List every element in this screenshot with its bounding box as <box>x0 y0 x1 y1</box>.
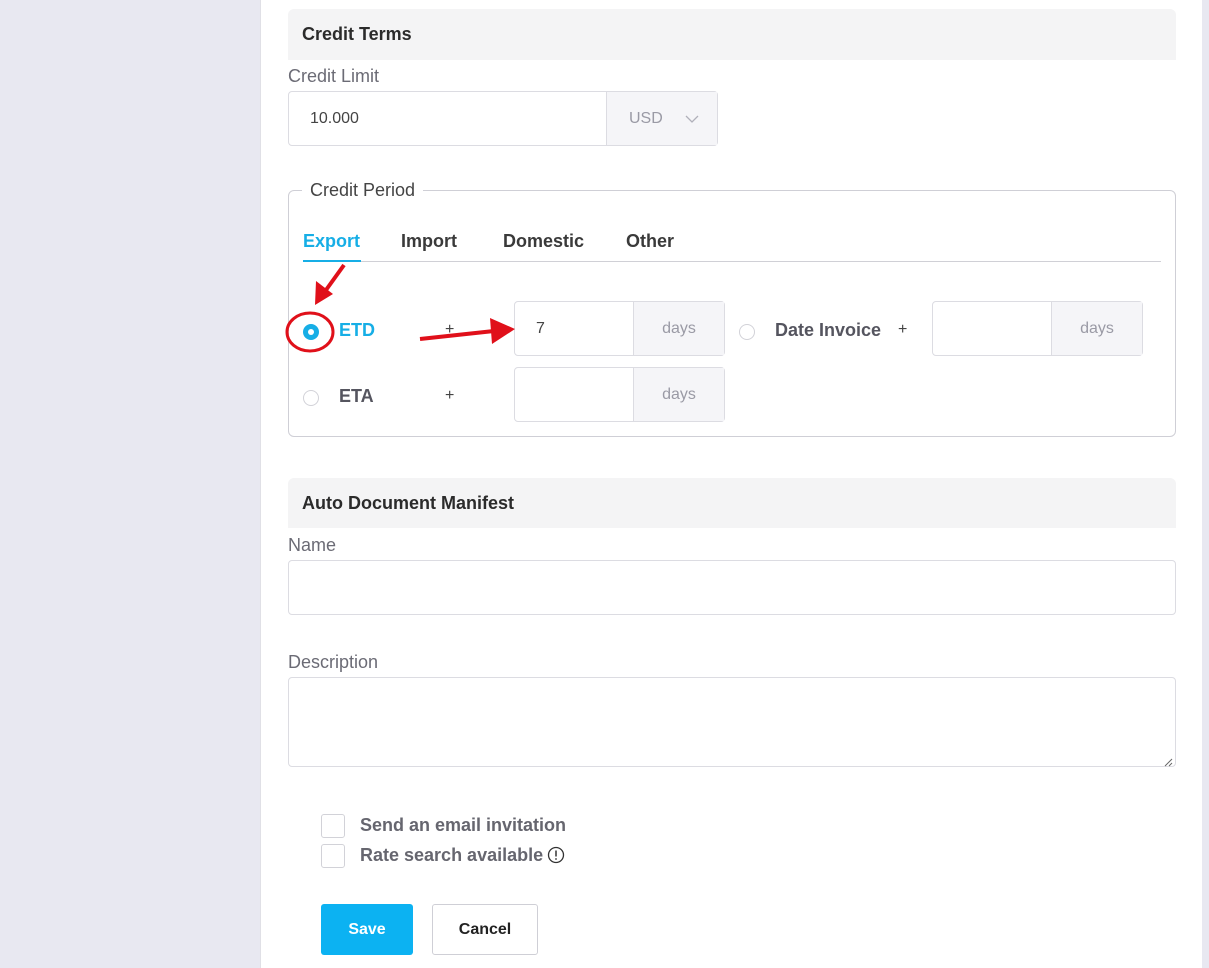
annotation-arrow-input <box>419 318 515 344</box>
annotation-arrow-radio <box>315 263 346 305</box>
annotation-circle <box>285 311 335 353</box>
annotation-overlay <box>285 263 515 353</box>
